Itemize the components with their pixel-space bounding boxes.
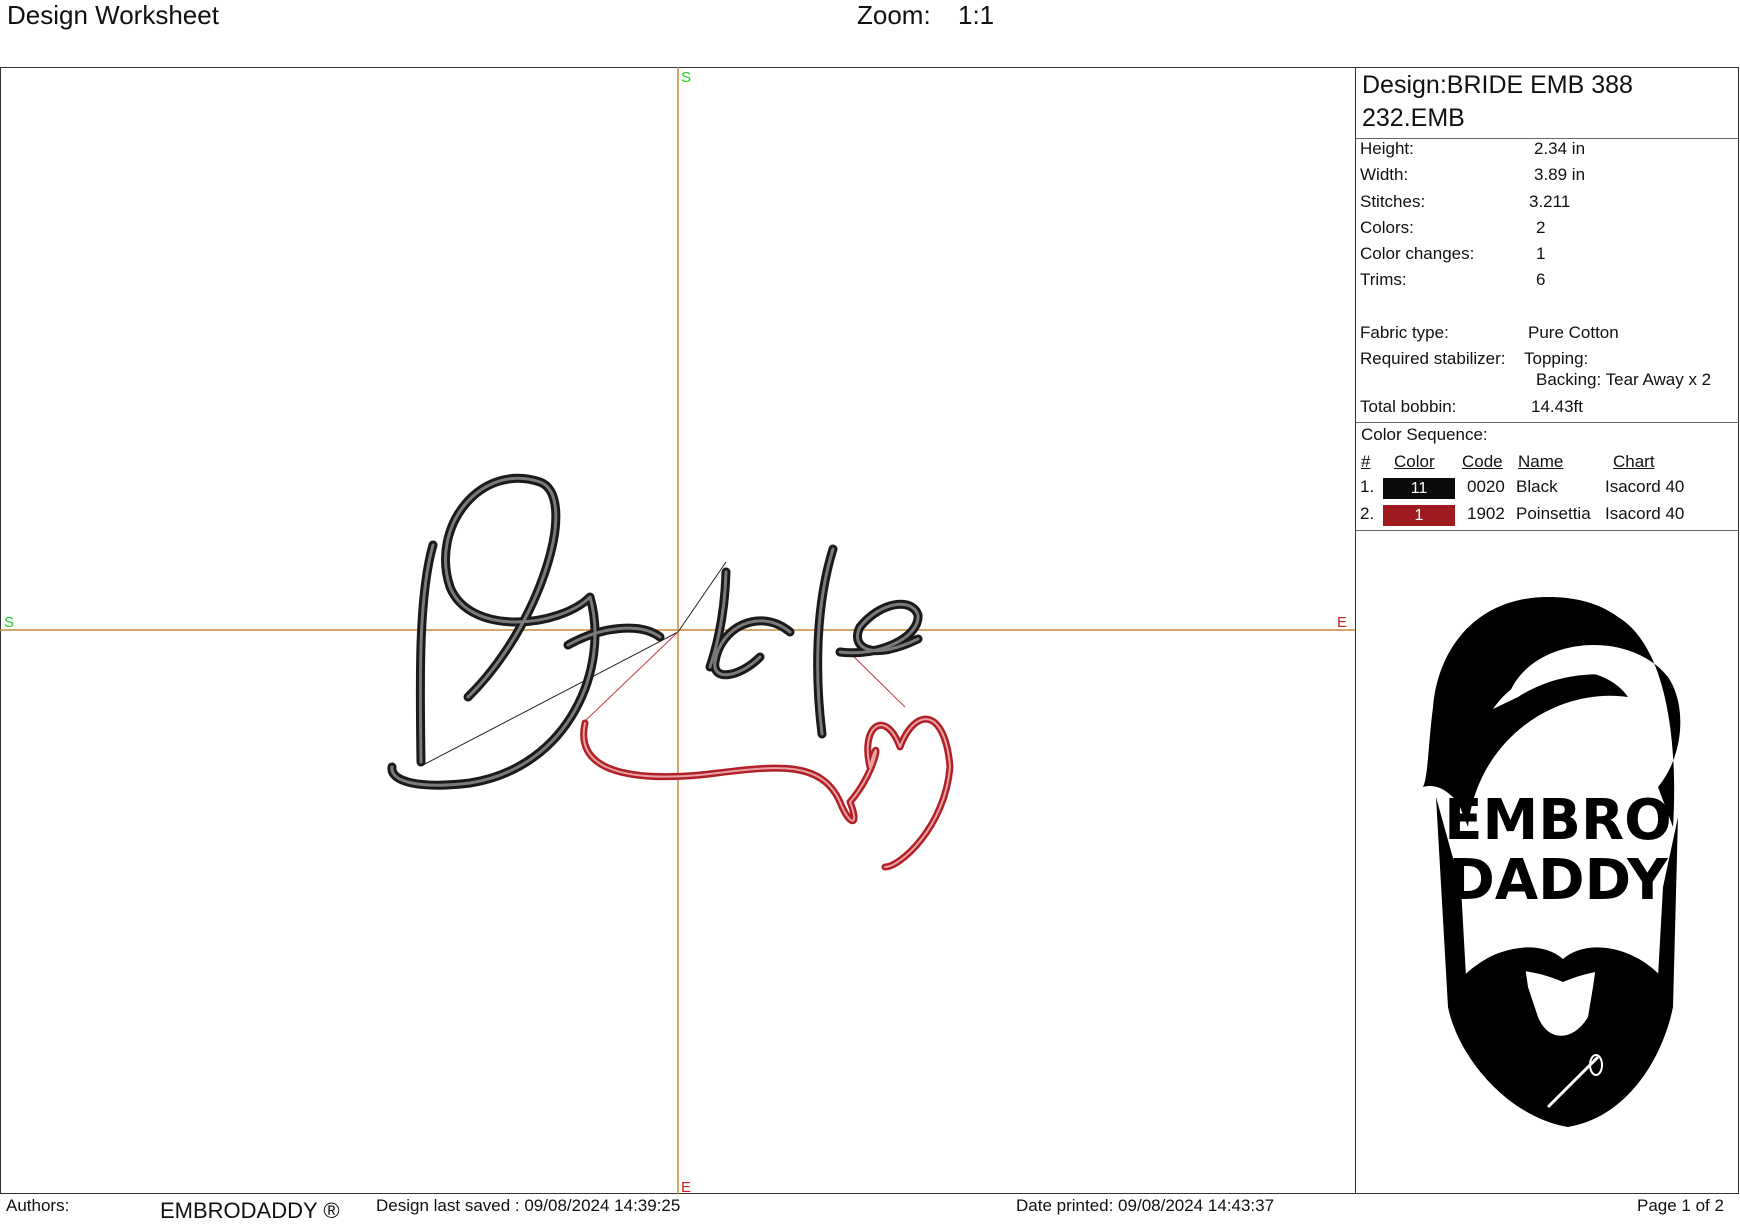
logo-line1: EMBRO — [1444, 788, 1671, 853]
seq-header-code: Code — [1462, 452, 1503, 471]
zoom-label: Zoom: — [857, 0, 931, 30]
embrodaddy-logo: EMBRO DADDY — [1423, 597, 1681, 1127]
marker-bottom: E — [681, 1179, 691, 1194]
spec-label: Height: — [1360, 139, 1414, 158]
spec-value: 1 — [1536, 244, 1546, 263]
stabilizer-label: Required stabilizer: — [1360, 349, 1506, 368]
marker-top: S — [681, 69, 691, 86]
worksheet-title: Design Worksheet — [7, 0, 219, 30]
seq-chart: Isacord 40 — [1605, 504, 1685, 523]
spec-label: Colors: — [1360, 218, 1414, 237]
mouth-shape — [1538, 987, 1588, 1010]
spec-value: 3.211 — [1529, 192, 1571, 211]
zoom-value[interactable]: 1:1 — [958, 0, 994, 31]
sequence-title: Color Sequence: — [1361, 425, 1488, 444]
seq-header-name: Name — [1518, 452, 1564, 471]
authors-label: Authors: — [6, 1196, 70, 1215]
divider — [1356, 422, 1739, 423]
last-saved: Design last saved : 09/08/2024 14:39:25 — [376, 1196, 681, 1215]
spec-label: Width: — [1360, 165, 1409, 184]
marker-left: S — [4, 614, 14, 631]
seq-header-num: # — [1361, 452, 1371, 471]
jump-stitches — [422, 561, 727, 766]
spec-label: Trims: — [1360, 270, 1407, 289]
fabric-label: Fabric type: — [1360, 323, 1449, 342]
seq-name: Poinsettia — [1516, 504, 1591, 523]
seq-header-color: Color — [1394, 452, 1435, 471]
heart-swash — [580, 715, 954, 871]
logo-line2: DADDY — [1448, 848, 1669, 913]
seq-num: 2. — [1360, 504, 1375, 523]
divider — [1356, 530, 1739, 531]
fabric-value: Pure Cotton — [1528, 323, 1619, 342]
spec-value: 6 — [1536, 270, 1546, 289]
design-name: Design:BRIDE EMB 388 232.EMB — [1362, 71, 1633, 132]
design-preview: S S E E — [0, 67, 1355, 1194]
color-swatch[interactable]: 11 — [1383, 478, 1455, 499]
author-name: EMBRODADDY ® — [160, 1198, 340, 1223]
seq-header-chart: Chart — [1613, 452, 1655, 471]
seq-name: Black — [1516, 477, 1558, 496]
spec-value: 2.34 in — [1534, 139, 1586, 158]
marker-right: E — [1337, 614, 1347, 631]
bride-lettering — [387, 473, 923, 790]
seq-chart: Isacord 40 — [1605, 477, 1685, 496]
bobbin-label: Total bobbin: — [1360, 397, 1457, 416]
stabilizer-backing: Backing: Tear Away x 2 — [1536, 370, 1712, 389]
spec-label: Color changes: — [1360, 244, 1475, 263]
design-canvas[interactable]: S S E E — [0, 67, 1356, 1194]
page-indicator: Page 1 of 2 — [1637, 1196, 1724, 1215]
seq-num: 1. — [1360, 477, 1375, 496]
design-info-panel: Design:BRIDE EMB 388 232.EMB Height: 2.3… — [1356, 67, 1739, 1194]
stabilizer-topping: Topping: — [1524, 349, 1589, 368]
spec-value: 3.89 in — [1534, 165, 1586, 184]
bobbin-value: 14.43ft — [1531, 397, 1583, 416]
color-swatch[interactable]: 1 — [1383, 505, 1455, 526]
seq-code: 0020 — [1467, 477, 1505, 496]
spec-value: 2 — [1536, 218, 1546, 237]
date-printed: Date printed: 09/08/2024 14:43:37 — [1016, 1196, 1275, 1215]
spec-label: Stitches: — [1360, 192, 1426, 211]
seq-code: 1902 — [1467, 504, 1505, 523]
